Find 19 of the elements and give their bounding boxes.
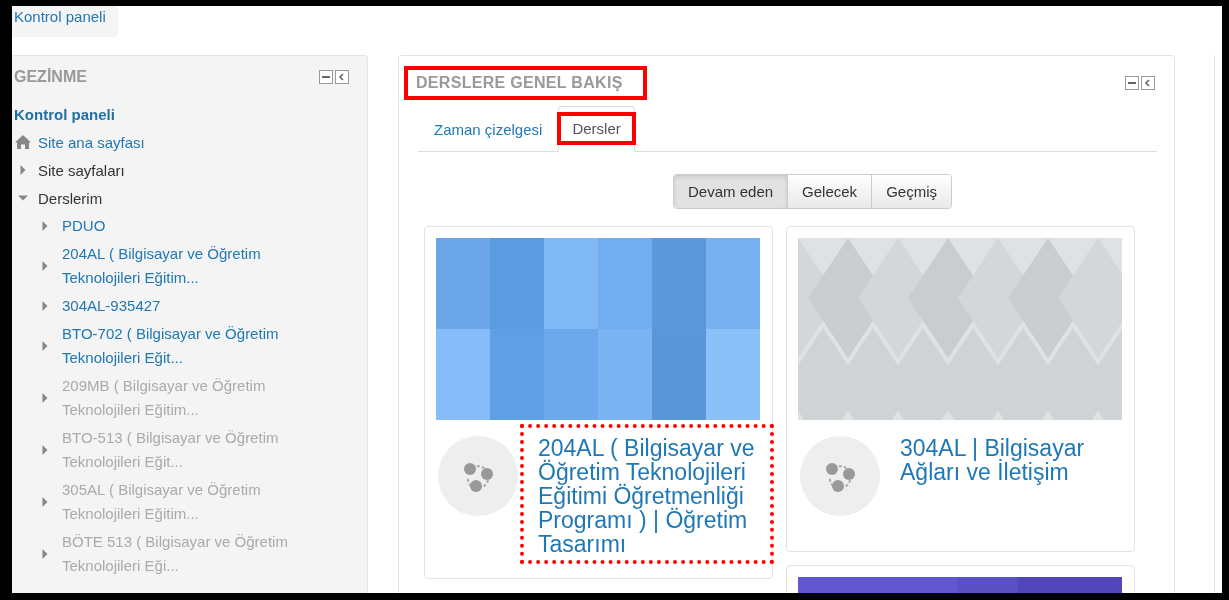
filter-button[interactable]: Geçmiş — [871, 175, 951, 208]
course-title-link[interactable]: 204AL ( Bilgisayar ve Öğretim Teknolojileri Eğitimi Öğretmenliği Programı ) | Öğretim Tasarımı — [538, 436, 760, 556]
course-link[interactable]: 304AL-935427 — [62, 292, 332, 320]
panel-title: DERSLERE GENEL BAKIŞ — [416, 74, 623, 92]
nav-item[interactable]: Site sayfaları — [38, 161, 125, 179]
course-link[interactable]: PDUO — [62, 212, 332, 240]
course-link[interactable]: 204AL ( Bilgisayar ve Öğretim Teknolojileri Eğitim... — [62, 240, 332, 292]
filter-button[interactable]: Devam eden — [674, 175, 788, 208]
nav-item[interactable]: Derslerim — [38, 189, 103, 207]
nav-link[interactable]: Kontrol paneli — [14, 105, 115, 123]
course-card[interactable]: 304AL | Bilgisayar Ağları ve İletişim — [786, 226, 1135, 552]
course-link[interactable]: BTO-702 ( Bilgisayar ve Öğretim Teknolojileri Eğit... — [62, 320, 332, 372]
breadcrumb-link[interactable]: Kontrol paneli — [12, 6, 118, 37]
course-title-link[interactable]: 304AL | Bilgisayar Ağları ve İletişim — [900, 436, 1122, 484]
nav-link[interactable]: Site ana sayfası — [38, 133, 145, 151]
filter-button[interactable]: Gelecek — [787, 175, 872, 208]
course-card[interactable]: 204AL ( Bilgisayar ve Öğretim Teknolojileri Eğitimi Öğretmenliği Programı ) | Öğretim Tasarımı — [424, 226, 773, 579]
panel-title: GEZİNME — [14, 68, 87, 86]
tab[interactable]: Zaman çizelgesi — [423, 116, 554, 142]
